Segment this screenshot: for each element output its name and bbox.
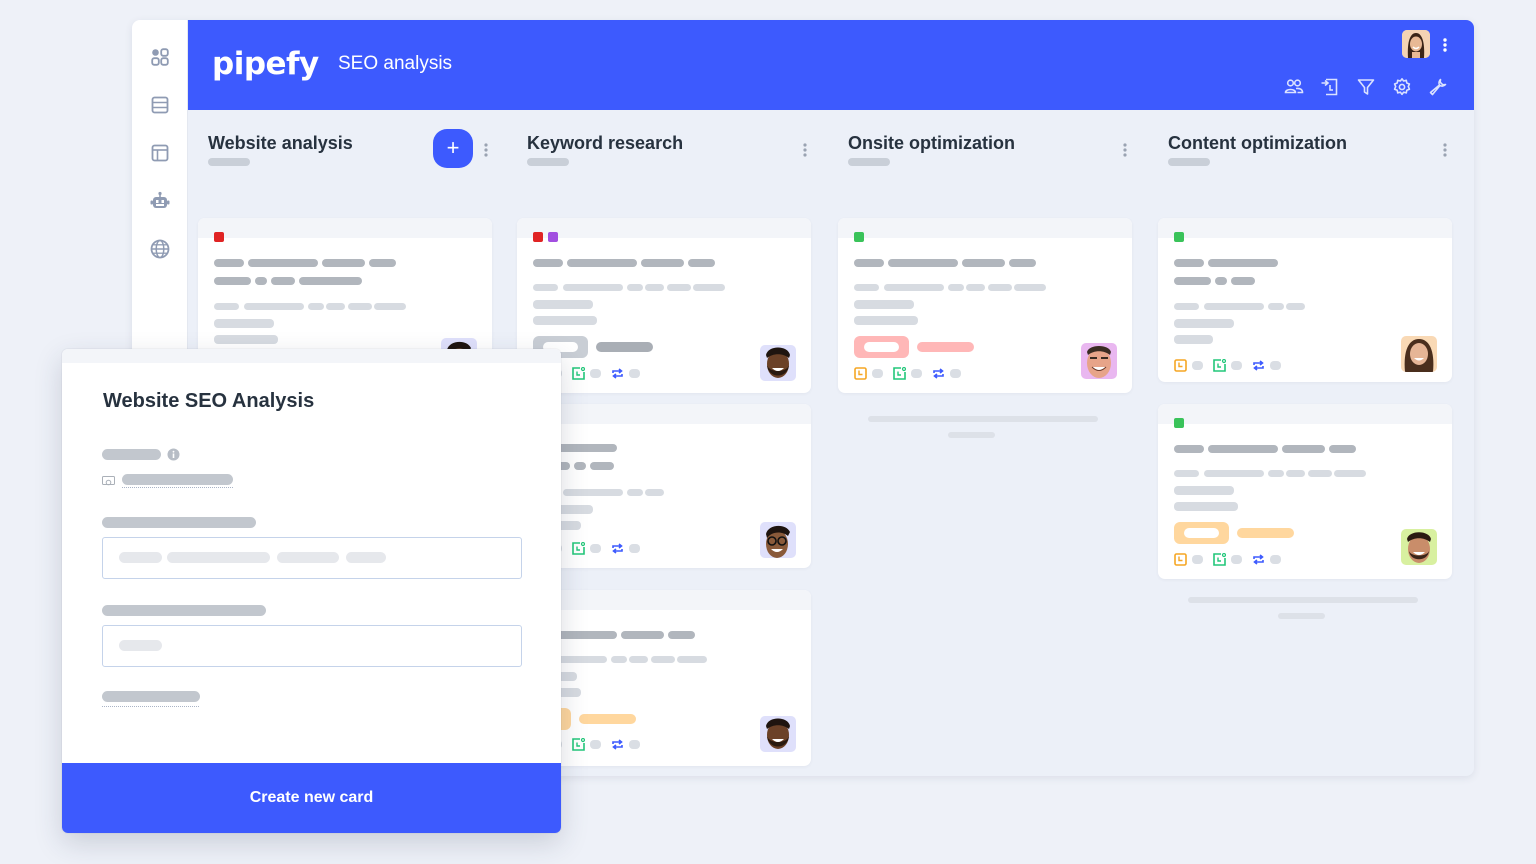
import-icon[interactable] <box>1320 77 1340 97</box>
add-card-button[interactable]: + <box>433 129 473 168</box>
assignee-avatar[interactable] <box>1401 529 1437 565</box>
tag-purple <box>548 232 558 242</box>
clock-icon <box>1174 553 1187 566</box>
tag-green <box>1174 232 1184 242</box>
card[interactable] <box>517 218 811 393</box>
pipe-header: pipefy SEO analysis <box>188 20 1474 110</box>
card-metrics <box>854 367 971 380</box>
column-title: Content optimization <box>1168 133 1347 153</box>
clock-icon <box>1174 359 1187 372</box>
pipefy-logo[interactable]: pipefy <box>212 46 319 82</box>
filter-icon[interactable] <box>1356 77 1376 97</box>
field-label-placeholder[interactable] <box>102 691 200 702</box>
assignee-avatar[interactable] <box>1401 336 1437 372</box>
repeat-icon <box>933 368 944 379</box>
clock-icon <box>854 367 867 380</box>
placeholder-line <box>948 432 995 438</box>
repeat-icon <box>1253 554 1264 565</box>
pipe-title: SEO analysis <box>338 53 453 74</box>
due-date-icon <box>572 542 585 555</box>
due-date-icon <box>572 738 585 751</box>
column-count-placeholder <box>1168 158 1210 166</box>
column-title: Website analysis <box>208 133 353 153</box>
link-placeholder[interactable] <box>122 474 233 485</box>
members-icon[interactable] <box>1284 77 1304 97</box>
assignee-avatar[interactable] <box>760 716 796 752</box>
repeat-icon <box>612 739 623 750</box>
text-input-field[interactable] <box>102 537 522 579</box>
due-date-icon <box>1213 553 1226 566</box>
more-options-icon[interactable] <box>1442 37 1448 53</box>
column-title: Keyword research <box>527 133 684 153</box>
info-icon[interactable] <box>167 448 180 461</box>
due-date-icon <box>572 367 585 380</box>
settings-icon[interactable] <box>1392 77 1412 97</box>
card[interactable] <box>838 218 1132 393</box>
repeat-icon <box>612 368 623 379</box>
list-icon[interactable] <box>150 95 170 115</box>
column-count-placeholder <box>208 158 250 166</box>
phase-column-content-optimization: Content optimization <box>1148 110 1452 776</box>
card[interactable] <box>517 590 811 766</box>
grid-icon[interactable] <box>150 47 170 67</box>
robot-icon[interactable] <box>150 191 170 211</box>
field-label-placeholder <box>102 517 256 528</box>
repeat-icon <box>612 543 623 554</box>
header-toolbar <box>1284 77 1448 97</box>
card[interactable] <box>517 404 811 568</box>
due-date-icon <box>1213 359 1226 372</box>
column-title: Onsite optimization <box>848 133 1016 153</box>
placeholder-line <box>1188 597 1418 603</box>
tag-red <box>533 232 543 242</box>
repeat-icon <box>1253 360 1264 371</box>
create-new-card-button[interactable]: Create new card <box>62 763 561 833</box>
phase-column-onsite-optimization: Onsite optimization <box>828 110 1132 776</box>
assignee-avatar[interactable] <box>760 522 796 558</box>
column-menu-icon[interactable] <box>802 142 808 158</box>
new-card-modal: Website SEO Analysis Create new card <box>62 349 561 833</box>
assignee-avatar[interactable] <box>1081 343 1117 379</box>
wrench-icon[interactable] <box>1428 77 1448 97</box>
tag-green <box>854 232 864 242</box>
field-label-placeholder <box>102 449 161 460</box>
due-date-icon <box>893 367 906 380</box>
text-input-field[interactable] <box>102 625 522 667</box>
layout-icon[interactable] <box>150 143 170 163</box>
label-pill <box>1174 522 1229 544</box>
card-metrics <box>1174 359 1291 372</box>
column-menu-icon[interactable] <box>1442 142 1448 158</box>
card-metrics <box>1174 553 1291 566</box>
column-menu-icon[interactable] <box>483 142 489 158</box>
placeholder-line <box>868 416 1098 422</box>
card[interactable] <box>1158 404 1452 579</box>
globe-icon[interactable] <box>150 239 170 259</box>
modal-title: Website SEO Analysis <box>103 390 315 412</box>
column-count-placeholder <box>527 158 569 166</box>
assignee-avatar[interactable] <box>760 345 796 381</box>
column-menu-icon[interactable] <box>1122 142 1128 158</box>
user-avatar[interactable] <box>1402 30 1430 58</box>
label-pill <box>854 336 909 358</box>
placeholder-line <box>1278 613 1325 619</box>
column-count-placeholder <box>848 158 890 166</box>
tag-green <box>1174 418 1184 428</box>
field-label-placeholder <box>102 605 266 616</box>
card[interactable] <box>1158 218 1452 382</box>
attachment-icon <box>102 474 115 486</box>
tag-red <box>214 232 224 242</box>
